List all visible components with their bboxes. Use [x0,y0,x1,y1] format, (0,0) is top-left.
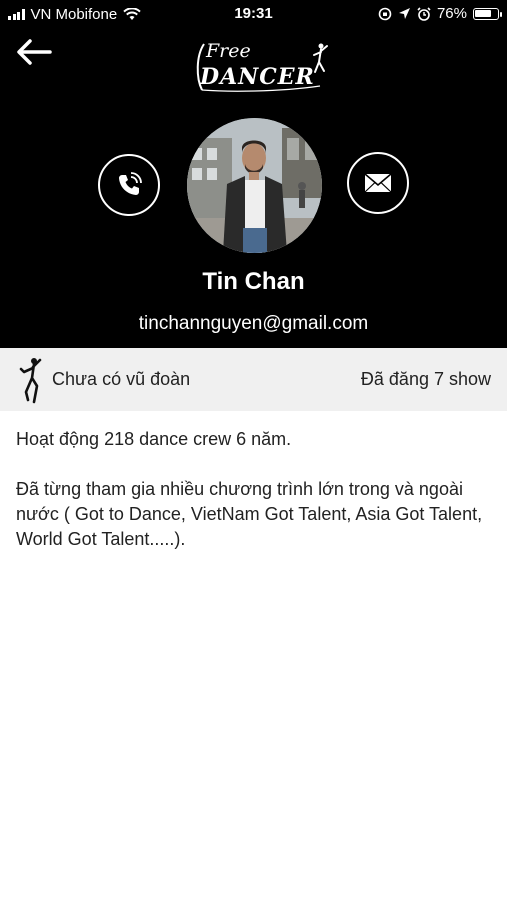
battery-icon [473,7,502,20]
location-icon [398,8,410,19]
bio-paragraph-1: Hoạt động 218 dance crew 6 năm. [16,429,292,449]
avatar-photo [187,118,322,253]
dancer-icon-wrap [18,356,44,404]
mail-icon [364,173,392,193]
crew-status: Chưa có vũ đoàn [52,369,191,389]
profile-email: tinchannguyen@gmail.com [138,313,369,334]
app-logo: Free DANCER [188,38,333,94]
profile-avatar [187,118,322,253]
profile-name: Tin Chan [202,268,305,295]
call-button[interactable] [98,154,160,216]
rotation-lock-icon [378,7,392,20]
profile-header: VN Mobifone 19:31 76% Free DANCER Tin Ch… [0,0,507,348]
profile-bio: Hoạt động 218 dance crew 6 năm. Đã từng … [16,427,496,577]
alarm-icon [417,6,431,21]
bio-paragraph-2: Đã từng tham gia nhiều chương trình lớn … [16,479,483,549]
back-arrow-icon [17,39,52,65]
logo-free-text: Free [206,40,251,62]
back-button[interactable] [16,38,56,70]
phone-icon [119,172,142,195]
battery-percent: 76% [436,5,467,22]
show-count: Đã đăng 7 show [360,369,491,389]
status-right: 76% [378,5,502,22]
dancer-icon [19,358,42,404]
status-bar: VN Mobifone 19:31 76% [0,0,507,30]
battery-fill [475,9,491,17]
email-button[interactable] [347,152,409,214]
logo-dancer-text: DANCER [200,64,315,90]
info-bar: Chưa có vũ đoàn Đã đăng 7 show [0,348,507,411]
